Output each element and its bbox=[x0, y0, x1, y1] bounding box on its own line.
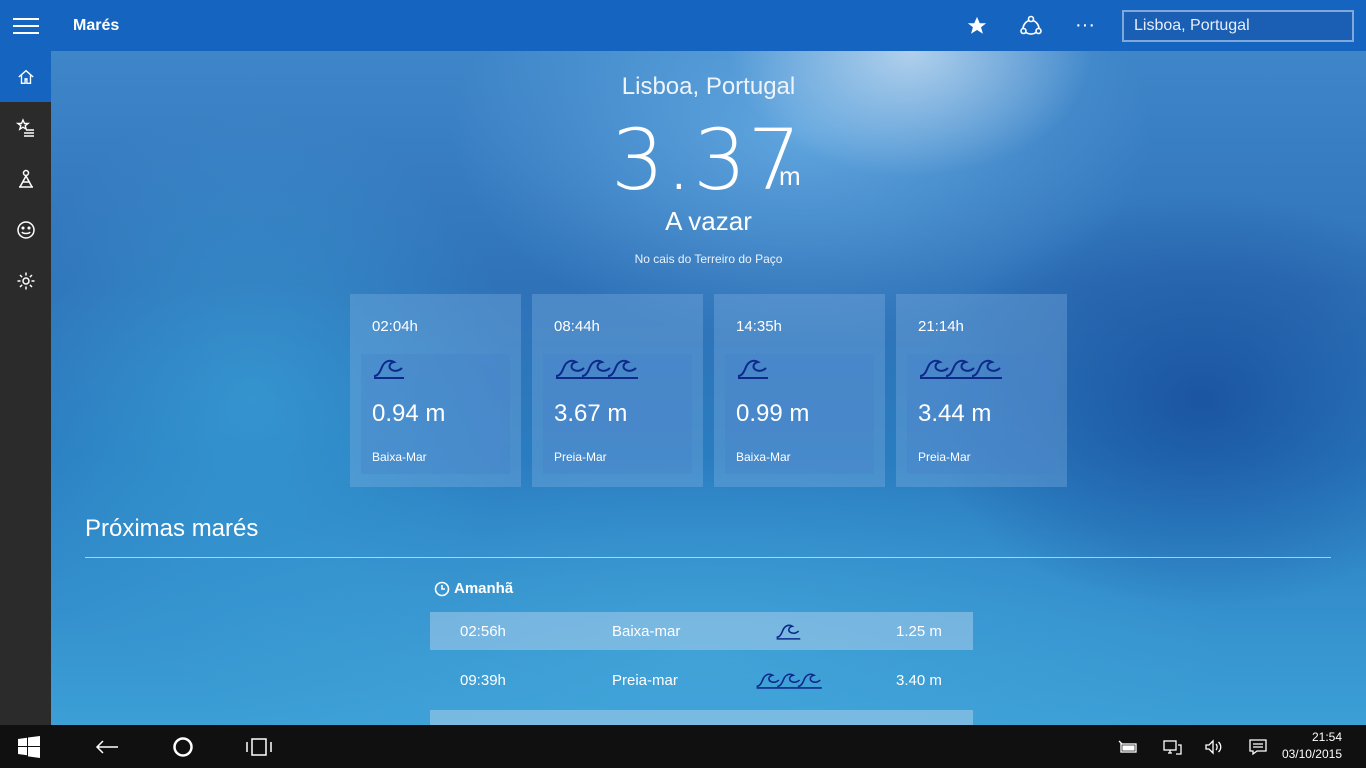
tide-time: 02:04h bbox=[372, 318, 418, 335]
favorite-star-icon[interactable] bbox=[950, 0, 1004, 51]
tide-card[interactable]: 14:35h 0.99 m Baixa-Mar bbox=[714, 294, 885, 487]
sidebar bbox=[0, 51, 51, 725]
today-tides: 02:04h 0.94 m Baixa-Mar 08:44h 3.67 m Pr… bbox=[350, 294, 1067, 487]
tide-time: 14:35h bbox=[736, 318, 782, 335]
nav-home[interactable] bbox=[0, 51, 51, 102]
location-title: Lisboa, Portugal bbox=[621, 73, 796, 100]
app-title: Marés bbox=[73, 16, 120, 34]
small-wave-icon bbox=[372, 356, 410, 385]
main-content: Lisboa, Portugal 3.37 m A vazar No cais … bbox=[51, 51, 1366, 725]
small-wave-icon bbox=[775, 620, 805, 646]
tide-height: 0.99 m bbox=[736, 400, 810, 427]
tide-type: Baixa-Mar bbox=[736, 450, 791, 464]
windows-start-icon[interactable] bbox=[8, 725, 50, 768]
clock-time: 21:54 bbox=[1311, 730, 1342, 744]
big-wave-icon bbox=[918, 356, 1006, 385]
taskbar: 21:54 03/10/2015 bbox=[0, 725, 1366, 768]
tide-height: 3.44 m bbox=[918, 400, 992, 427]
row-time: 02:56h bbox=[460, 622, 506, 640]
clock-date: 03/10/2015 bbox=[1281, 747, 1342, 761]
row-type: Baixa-mar bbox=[612, 622, 681, 640]
search-input[interactable] bbox=[1122, 9, 1354, 42]
day-heading: Amanhã bbox=[434, 580, 513, 597]
tide-height: 3.67 m bbox=[554, 400, 628, 427]
tide-card[interactable]: 02:04h 0.94 m Baixa-Mar bbox=[350, 294, 521, 487]
home-icon bbox=[17, 69, 34, 84]
nav-favorites[interactable] bbox=[0, 102, 51, 153]
tide-card[interactable]: 08:44h 3.67 m Preia-Mar bbox=[532, 294, 703, 487]
nav-person[interactable] bbox=[0, 153, 51, 204]
table-row-partial[interactable] bbox=[430, 710, 973, 725]
smiley-icon bbox=[16, 220, 35, 239]
row-time: 09:39h bbox=[460, 671, 506, 689]
big-wave-icon bbox=[755, 669, 825, 695]
favorites-list-icon bbox=[15, 117, 34, 137]
clock-icon bbox=[434, 581, 450, 596]
action-center-icon[interactable] bbox=[1240, 725, 1276, 768]
tide-time: 21:14h bbox=[918, 318, 964, 335]
row-type: Preia-mar bbox=[612, 671, 678, 689]
table-row[interactable]: 02:56h Baixa-mar 1.25 m bbox=[430, 612, 973, 650]
tide-card[interactable]: 21:14h 3.44 m Preia-Mar bbox=[896, 294, 1067, 487]
tide-type: Preia-Mar bbox=[554, 450, 607, 464]
tide-level-unit: m bbox=[779, 161, 801, 191]
hamburger-menu-icon[interactable] bbox=[0, 0, 51, 51]
system-clock[interactable]: 21:54 03/10/2015 bbox=[1282, 729, 1342, 763]
tide-height: 0.94 m bbox=[372, 400, 446, 427]
row-height: 3.40 m bbox=[896, 671, 942, 689]
person-icon bbox=[18, 169, 33, 188]
share-icon[interactable] bbox=[1004, 0, 1058, 51]
big-wave-icon bbox=[554, 356, 642, 385]
settings-icon bbox=[17, 272, 34, 289]
table-row[interactable]: 09:39h Preia-mar 3.40 m bbox=[430, 661, 973, 699]
back-arrow-icon[interactable] bbox=[86, 725, 128, 768]
tide-type: Baixa-Mar bbox=[372, 450, 427, 464]
measurement-place: No cais do Terreiro do Paço bbox=[634, 252, 783, 266]
network-icon[interactable] bbox=[1154, 725, 1190, 768]
more-options-button[interactable]: ··· bbox=[1058, 0, 1112, 51]
divider bbox=[85, 557, 1331, 558]
title-bar: Marés ··· bbox=[0, 0, 1366, 51]
nav-settings[interactable] bbox=[0, 255, 51, 306]
cortana-circle-icon[interactable] bbox=[162, 725, 204, 768]
day-label: Amanhã bbox=[454, 580, 514, 597]
tide-type: Preia-Mar bbox=[918, 450, 971, 464]
task-view-icon[interactable] bbox=[238, 725, 280, 768]
volume-icon[interactable] bbox=[1196, 725, 1232, 768]
small-wave-icon bbox=[736, 356, 774, 385]
next-tides-heading: Próximas marés bbox=[85, 515, 259, 542]
row-height: 1.25 m bbox=[896, 622, 942, 640]
current-tide-level: 3.37 bbox=[611, 111, 803, 209]
nav-feedback[interactable] bbox=[0, 204, 51, 255]
tide-time: 08:44h bbox=[554, 318, 600, 335]
battery-icon[interactable] bbox=[1110, 725, 1146, 768]
tide-status: A vazar bbox=[665, 206, 752, 236]
